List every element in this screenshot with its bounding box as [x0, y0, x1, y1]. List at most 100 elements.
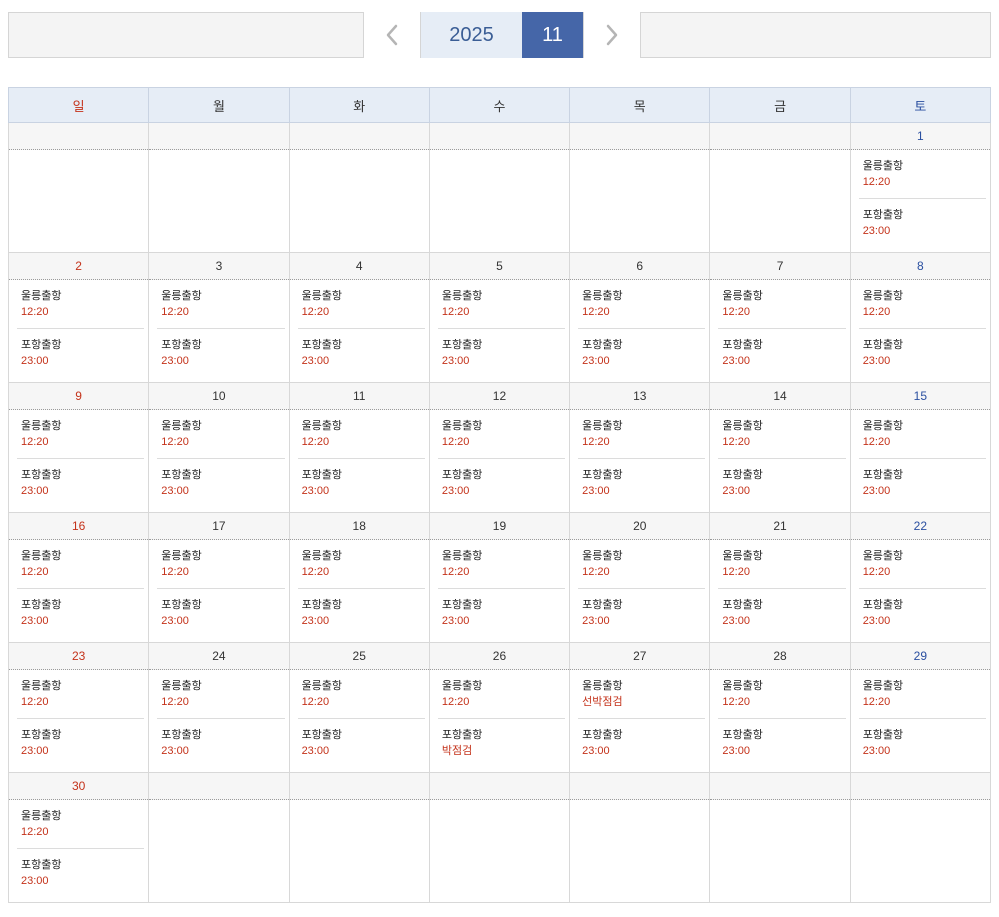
- schedule-entry[interactable]: 포항출항 23:00: [858, 198, 986, 238]
- departure-time: 12:20: [161, 566, 189, 578]
- schedule-entry[interactable]: 포항출항 23:00: [858, 718, 986, 758]
- schedule-entry[interactable]: 울릉출항 12:20: [859, 410, 986, 450]
- weekday-header-friday: 금: [709, 87, 851, 123]
- day-number: 14: [709, 382, 851, 410]
- departure-time: 12:20: [862, 176, 891, 188]
- empty-day-cell: [709, 799, 851, 903]
- schedule-entry[interactable]: 포항출항 23:00: [858, 458, 986, 498]
- departure-time: 선박점검: [582, 696, 623, 708]
- departure-name: 울릉출항: [582, 550, 623, 562]
- schedule-entry[interactable]: 울릉출항 12:20: [578, 410, 705, 450]
- schedule-entry[interactable]: 울릉출항 12:20: [17, 670, 144, 710]
- schedule-entry[interactable]: 포항출항 23:00: [297, 328, 425, 368]
- schedule-entry[interactable]: 울릉출항 12:20: [157, 410, 284, 450]
- departure-name: 울릉출항: [582, 290, 623, 302]
- schedule-entry[interactable]: 울릉출항 12:20: [157, 670, 284, 710]
- departure-name: 울릉출항: [441, 290, 483, 302]
- schedule-entry[interactable]: 포항출항 23:00: [437, 588, 566, 628]
- schedule-entry[interactable]: 울릉출항 12:20: [718, 410, 845, 450]
- departure-name: 포항출항: [582, 469, 623, 481]
- schedule-entry[interactable]: 포항출항 23:00: [578, 588, 706, 628]
- departure-name: 포항출항: [862, 209, 904, 221]
- departure-name: 울릉출항: [21, 810, 62, 822]
- day-cell: 울릉출항 12:20 포항출항 23:00: [148, 539, 290, 643]
- schedule-entry[interactable]: 울릉출항 12:20: [859, 150, 986, 190]
- schedule-entry[interactable]: 포항출항 23:00: [157, 718, 285, 758]
- schedule-entry[interactable]: 포항출항 23:00: [157, 588, 285, 628]
- schedule-entry[interactable]: 울릉출항 12:20: [718, 540, 845, 580]
- departure-time: 12:20: [582, 306, 610, 318]
- week-date-row: 30: [7, 772, 992, 800]
- schedule-entry[interactable]: 포항출항 23:00: [718, 718, 846, 758]
- schedule-entry[interactable]: 포항출항 23:00: [718, 458, 846, 498]
- schedule-entry[interactable]: 포항출항 23:00: [17, 328, 145, 368]
- week-date-row: 9 10 11 12 13 14 15: [7, 382, 992, 410]
- next-month-button[interactable]: [583, 12, 640, 58]
- empty-day-number: [288, 772, 430, 800]
- departure-time: 12:20: [722, 306, 750, 318]
- departure-name: 울릉출항: [441, 550, 483, 562]
- weekday-header-thursday: 목: [569, 87, 711, 123]
- empty-day-cell: [148, 799, 290, 903]
- departure-time: 23:00: [582, 355, 610, 367]
- schedule-entry[interactable]: 포항출항 23:00: [437, 458, 566, 498]
- schedule-entry[interactable]: 울릉출항 12:20: [157, 540, 284, 580]
- schedule-entry[interactable]: 포항출항 박점검: [437, 718, 566, 758]
- schedule-entry[interactable]: 포항출항 23:00: [157, 328, 285, 368]
- schedule-entry[interactable]: 포항출항 23:00: [578, 328, 706, 368]
- departure-name: 울릉출항: [862, 420, 904, 432]
- schedule-entry[interactable]: 울릉출항 12:20: [298, 280, 425, 320]
- departure-time: 12:20: [441, 306, 470, 318]
- departure-name: 울릉출항: [722, 680, 763, 692]
- schedule-entry[interactable]: 포항출항 23:00: [297, 458, 425, 498]
- schedule-entry[interactable]: 포항출항 23:00: [17, 848, 145, 888]
- schedule-entry[interactable]: 울릉출항 12:20: [298, 540, 425, 580]
- schedule-entry[interactable]: 포항출항 23:00: [17, 588, 145, 628]
- day-number: 21: [709, 512, 851, 540]
- schedule-entry[interactable]: 울릉출항 12:20: [578, 540, 705, 580]
- schedule-entry[interactable]: 포항출항 23:00: [578, 458, 706, 498]
- day-number: 25: [288, 642, 430, 670]
- day-cell: 울릉출항 12:20 포항출항 23:00: [849, 149, 992, 253]
- schedule-entry[interactable]: 울릉출항 12:20: [718, 280, 845, 320]
- schedule-entry[interactable]: 포항출항 23:00: [718, 588, 846, 628]
- schedule-entry[interactable]: 울릉출항 12:20: [298, 410, 425, 450]
- schedule-entry[interactable]: 울릉출항 12:20: [17, 800, 144, 840]
- schedule-entry[interactable]: 울릉출항 12:20: [438, 410, 565, 450]
- schedule-entry[interactable]: 포항출항 23:00: [17, 458, 145, 498]
- departure-time: 23:00: [21, 355, 49, 367]
- day-number: 20: [569, 512, 711, 540]
- schedule-entry[interactable]: 울릉출항 12:20: [718, 670, 845, 710]
- schedule-entry[interactable]: 울릉출항 12:20: [438, 540, 565, 580]
- schedule-entry[interactable]: 울릉출항 12:20: [859, 280, 986, 320]
- schedule-entry[interactable]: 울릉출항 12:20: [438, 280, 565, 320]
- departure-name: 울릉출항: [582, 420, 623, 432]
- schedule-entry[interactable]: 포항출항 23:00: [718, 328, 846, 368]
- departure-time: 23:00: [161, 615, 189, 627]
- schedule-entry[interactable]: 울릉출항 12:20: [157, 280, 284, 320]
- schedule-entry[interactable]: 포항출항 23:00: [858, 328, 986, 368]
- schedule-entry[interactable]: 울릉출항 12:20: [298, 670, 425, 710]
- schedule-entry[interactable]: 울릉출항 12:20: [578, 280, 705, 320]
- schedule-entry[interactable]: 울릉출항 12:20: [17, 410, 144, 450]
- departure-name: 울릉출항: [301, 290, 343, 302]
- schedule-entry[interactable]: 울릉출항 12:20: [859, 540, 986, 580]
- schedule-entry[interactable]: 울릉출항 12:20: [17, 280, 144, 320]
- schedule-entry[interactable]: 포항출항 23:00: [17, 718, 145, 758]
- schedule-entry[interactable]: 울릉출항 12:20: [17, 540, 144, 580]
- schedule-entry[interactable]: 포항출항 23:00: [437, 328, 566, 368]
- schedule-entry[interactable]: 포항출항 23:00: [578, 718, 706, 758]
- weekday-header-wednesday: 수: [428, 87, 571, 123]
- schedule-entry[interactable]: 울릉출항 선박점검: [578, 670, 705, 710]
- schedule-entry[interactable]: 포항출항 23:00: [297, 588, 425, 628]
- departure-time: 23:00: [441, 485, 470, 497]
- schedule-entry[interactable]: 포항출항 23:00: [157, 458, 285, 498]
- departure-name: 포항출항: [722, 469, 763, 481]
- schedule-entry[interactable]: 포항출항 23:00: [858, 588, 986, 628]
- schedule-entry[interactable]: 포항출항 23:00: [297, 718, 425, 758]
- schedule-entry[interactable]: 울릉출항 12:20: [859, 670, 986, 710]
- previous-month-button[interactable]: [364, 12, 420, 58]
- schedule-entry[interactable]: 울릉출항 12:20: [438, 670, 565, 710]
- day-cell: 울릉출항 12:20 포항출항 23:00: [569, 279, 711, 383]
- departure-time: 12:20: [862, 566, 891, 578]
